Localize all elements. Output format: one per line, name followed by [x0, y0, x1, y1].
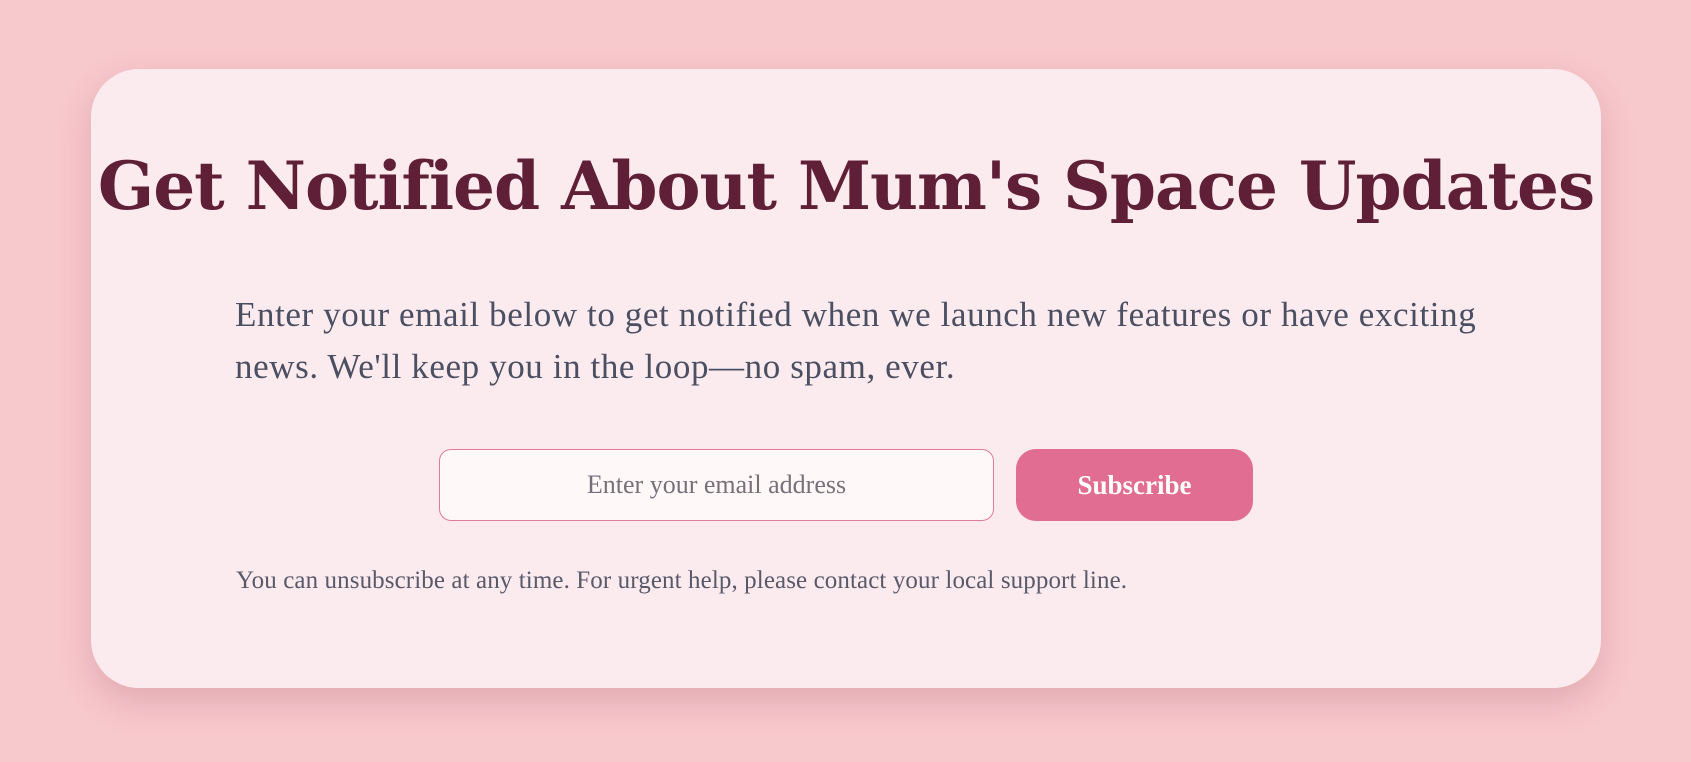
newsletter-card: Get Notified About Mum's Space Updates E… [91, 69, 1601, 688]
subscribe-button[interactable]: Subscribe [1016, 449, 1253, 521]
email-input[interactable] [439, 449, 994, 521]
intro-text: Enter your email below to get notified w… [235, 295, 1477, 386]
subscribe-form: Subscribe [439, 449, 1254, 521]
page-title: Get Notified About Mum's Space Updates [97, 147, 1595, 225]
unsubscribe-note: You can unsubscribe at any time. For urg… [236, 567, 1128, 594]
